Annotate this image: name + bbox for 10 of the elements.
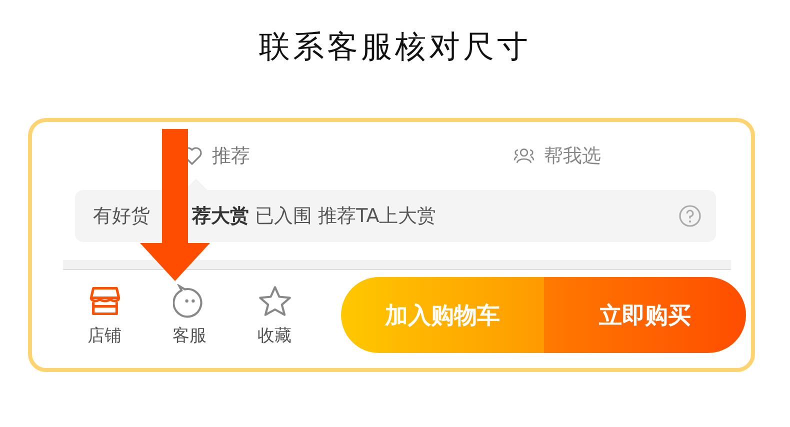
star-icon (258, 284, 292, 318)
buy-now-button[interactable]: 立即购买 (544, 277, 746, 353)
nav-item[interactable]: 收藏 (232, 284, 317, 346)
nav-item[interactable]: 客服 (147, 284, 232, 346)
banner-text: 有好货 (93, 204, 150, 229)
banner-text: 荐大赏 已入围 推荐TA上大赏 (192, 204, 436, 229)
nav-item[interactable]: 店铺 (62, 284, 147, 346)
help-icon[interactable] (678, 204, 702, 228)
tab[interactable]: 帮我选 (512, 122, 601, 190)
page-title: 联系客服核对尺寸 (258, 28, 532, 67)
